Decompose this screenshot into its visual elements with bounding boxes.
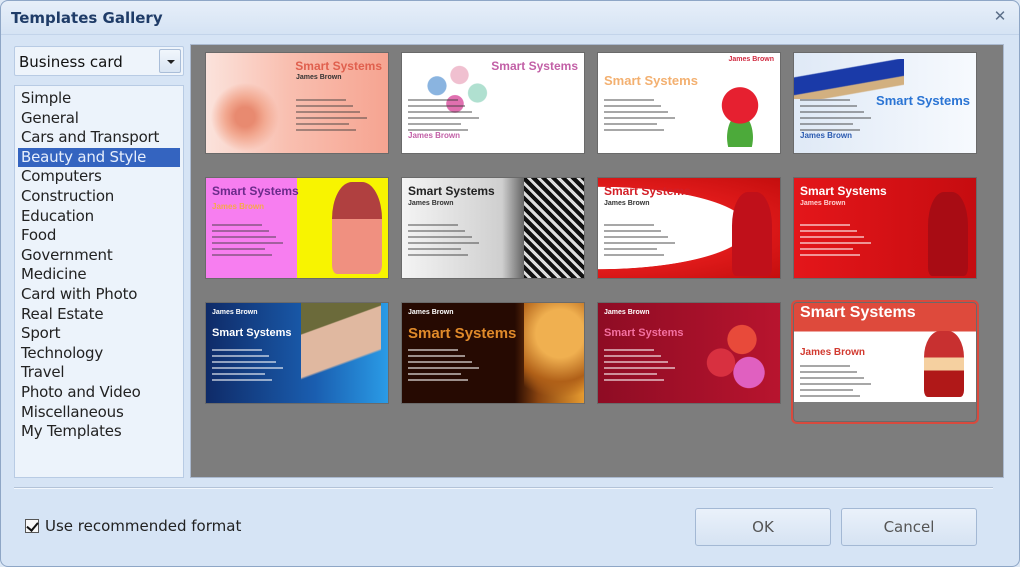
card-name-text: James Brown: [800, 200, 846, 207]
card-brand-text: Smart Systems: [212, 184, 299, 198]
category-item[interactable]: Cars and Transport: [18, 128, 180, 148]
card-artwork: [332, 182, 382, 274]
card-artwork: [732, 192, 772, 276]
category-item[interactable]: Education: [18, 207, 180, 227]
card-detail-lines: [604, 224, 675, 260]
card-detail-lines: [212, 349, 283, 385]
template-card-blue-legs[interactable]: Smart Systems James Brown: [205, 302, 389, 404]
category-item[interactable]: Construction: [18, 187, 180, 207]
card-brand-text: Smart Systems: [876, 93, 970, 108]
card-detail-lines: [296, 99, 367, 135]
template-card-silver-lace[interactable]: Smart Systems James Brown: [401, 177, 585, 279]
checkbox-checked-icon[interactable]: [25, 519, 39, 533]
template-card-red-silhouette-white[interactable]: Smart Systems James Brown: [597, 177, 781, 279]
category-item[interactable]: Medicine: [18, 265, 180, 285]
card-brand-text: Smart Systems: [604, 73, 698, 88]
template-gallery: Smart Systems James Brown Smart Systems Jam…: [190, 44, 1004, 478]
category-item[interactable]: Travel: [18, 363, 180, 383]
category-type-value: Business card: [19, 53, 123, 71]
template-card-mascara[interactable]: Smart Systems James Brown: [793, 52, 977, 154]
card-artwork: [301, 303, 381, 398]
card-name-text: James Brown: [728, 56, 774, 63]
card-artwork: [710, 83, 770, 147]
card-brand-text: Smart Systems: [408, 325, 517, 342]
card-brand-text: Smart Systems: [491, 59, 578, 73]
category-item[interactable]: Card with Photo: [18, 285, 180, 305]
templates-gallery-dialog: Templates Gallery ✕ Business card Simple…: [0, 0, 1020, 567]
card-artwork: [928, 192, 968, 276]
card-name-text: James Brown: [604, 200, 650, 207]
category-item[interactable]: Simple: [18, 89, 180, 109]
card-brand-text: Smart Systems: [604, 184, 691, 198]
template-card-crimson-compacts[interactable]: Smart Systems James Brown: [597, 302, 781, 404]
card-detail-lines: [408, 224, 479, 260]
template-card-red-header[interactable]: Smart Systems James Brown: [791, 300, 979, 424]
category-item[interactable]: General: [18, 109, 180, 129]
category-item[interactable]: Beauty and Style: [18, 147, 180, 168]
checkbox-label: Use recommended format: [45, 517, 242, 535]
template-card-amber-face[interactable]: Smart Systems James Brown: [401, 302, 585, 404]
card-artwork: [700, 323, 770, 389]
category-item[interactable]: Miscellaneous: [18, 403, 180, 423]
template-card-red-silhouette[interactable]: Smart Systems James Brown: [793, 177, 977, 279]
card-name-text: James Brown: [408, 131, 461, 140]
category-item[interactable]: Computers: [18, 167, 180, 187]
category-item[interactable]: Real Estate: [18, 305, 180, 325]
category-item[interactable]: Sport: [18, 324, 180, 344]
cancel-button[interactable]: Cancel: [841, 508, 977, 546]
card-name-text: James Brown: [408, 200, 454, 207]
footer-separator: [14, 487, 993, 489]
category-type-select[interactable]: Business card: [14, 46, 184, 76]
template-card-rose[interactable]: Smart Systems James Brown: [597, 52, 781, 154]
template-card-peach-pearls[interactable]: Smart Systems James Brown: [205, 52, 389, 154]
card-name-text: James Brown: [212, 202, 265, 211]
category-item[interactable]: Government: [18, 246, 180, 266]
card-detail-lines: [800, 224, 871, 260]
close-icon: ✕: [993, 7, 1007, 25]
category-item[interactable]: My Templates: [18, 422, 180, 442]
card-brand-text: Smart Systems: [800, 184, 887, 198]
card-brand-text: Smart Systems: [604, 327, 684, 339]
template-card-pink-yellow[interactable]: Smart Systems James Brown: [205, 177, 389, 279]
card-name-text: James Brown: [296, 74, 342, 81]
card-artwork: [524, 303, 584, 403]
card-detail-lines: [212, 224, 283, 260]
chevron-down-icon[interactable]: [159, 49, 181, 73]
card-artwork: [524, 178, 584, 278]
category-item[interactable]: Photo and Video: [18, 383, 180, 403]
close-button[interactable]: ✕: [991, 7, 1009, 25]
category-item[interactable]: Food: [18, 226, 180, 246]
card-name-text: James Brown: [212, 309, 258, 316]
card-brand-text: Smart Systems: [295, 59, 382, 73]
card-detail-lines: [408, 349, 479, 385]
card-detail-lines: [604, 349, 675, 385]
card-detail-lines: [800, 365, 871, 401]
card-brand-text: Smart Systems: [212, 327, 292, 339]
card-name-text: James Brown: [800, 131, 853, 140]
card-name-text: James Brown: [604, 309, 650, 316]
title-bar: Templates Gallery ✕: [1, 1, 1019, 35]
dialog-title: Templates Gallery: [11, 9, 163, 27]
category-list[interactable]: Simple General Cars and Transport Beauty an…: [14, 85, 184, 478]
category-item[interactable]: Technology: [18, 344, 180, 364]
card-detail-lines: [604, 99, 675, 135]
ok-button[interactable]: OK: [695, 508, 831, 546]
use-recommended-format-checkbox[interactable]: Use recommended format: [25, 517, 241, 535]
card-name-text: James Brown: [408, 309, 454, 316]
template-card-eyeshadow[interactable]: Smart Systems James Brown: [401, 52, 585, 154]
card-name-text: James Brown: [800, 347, 866, 358]
card-artwork: [210, 83, 280, 151]
card-brand-text: Smart Systems: [408, 184, 495, 198]
card-brand-text: Smart Systems: [800, 304, 916, 321]
card-artwork: [924, 331, 964, 397]
